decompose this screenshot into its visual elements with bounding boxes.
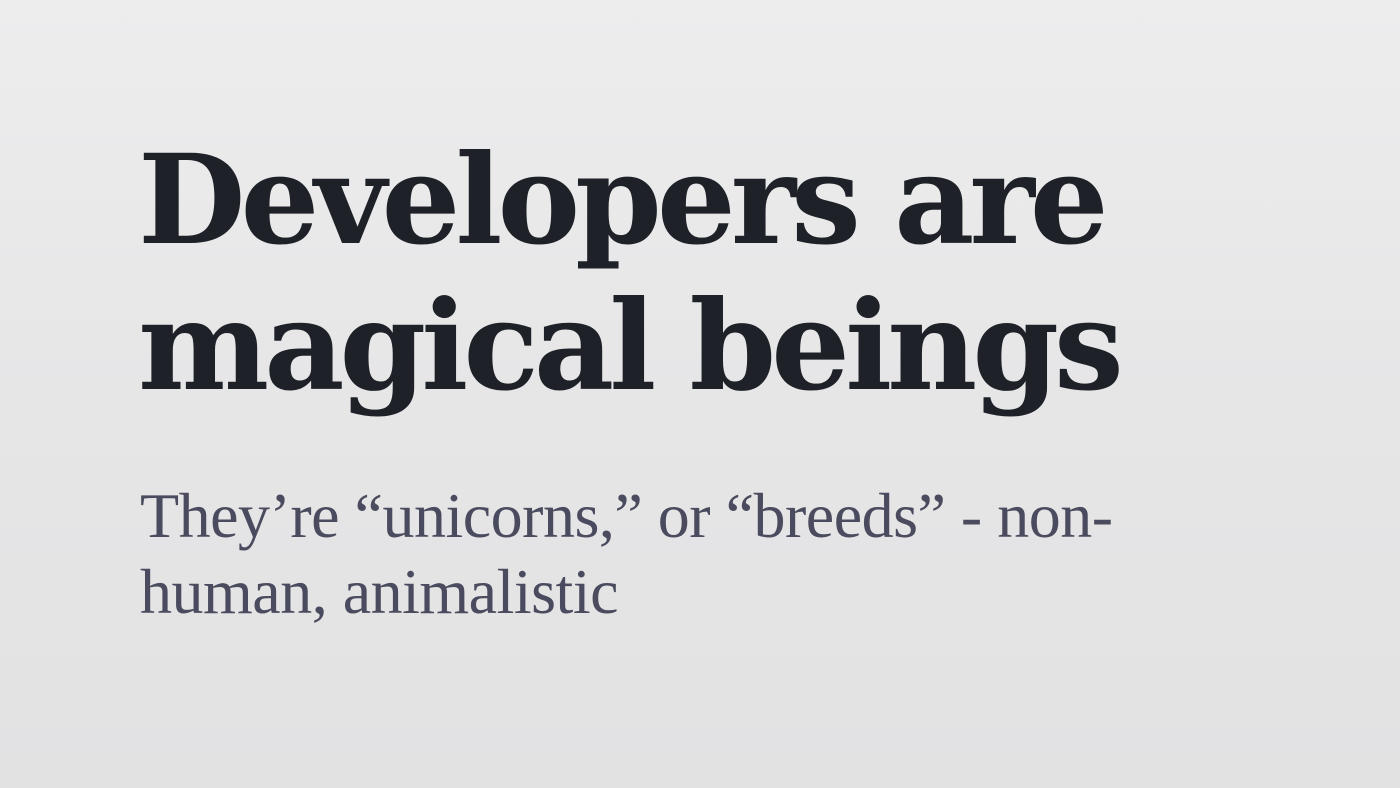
slide-subtitle-line-1: They’re “unicorns,” or “breeds” - non- bbox=[140, 480, 1113, 551]
slide-title-line-2: magical beings bbox=[138, 274, 1124, 419]
slide-title-line-1: Developers are bbox=[138, 128, 1109, 273]
slide-subtitle: They’re “unicorns,” or “breeds” - non- h… bbox=[140, 478, 1180, 630]
slide-subtitle-line-2: human, animalistic bbox=[140, 556, 619, 627]
slide-title: Developers are magical beings bbox=[138, 128, 1238, 420]
slide: Developers are magical beings They’re “u… bbox=[0, 0, 1400, 788]
